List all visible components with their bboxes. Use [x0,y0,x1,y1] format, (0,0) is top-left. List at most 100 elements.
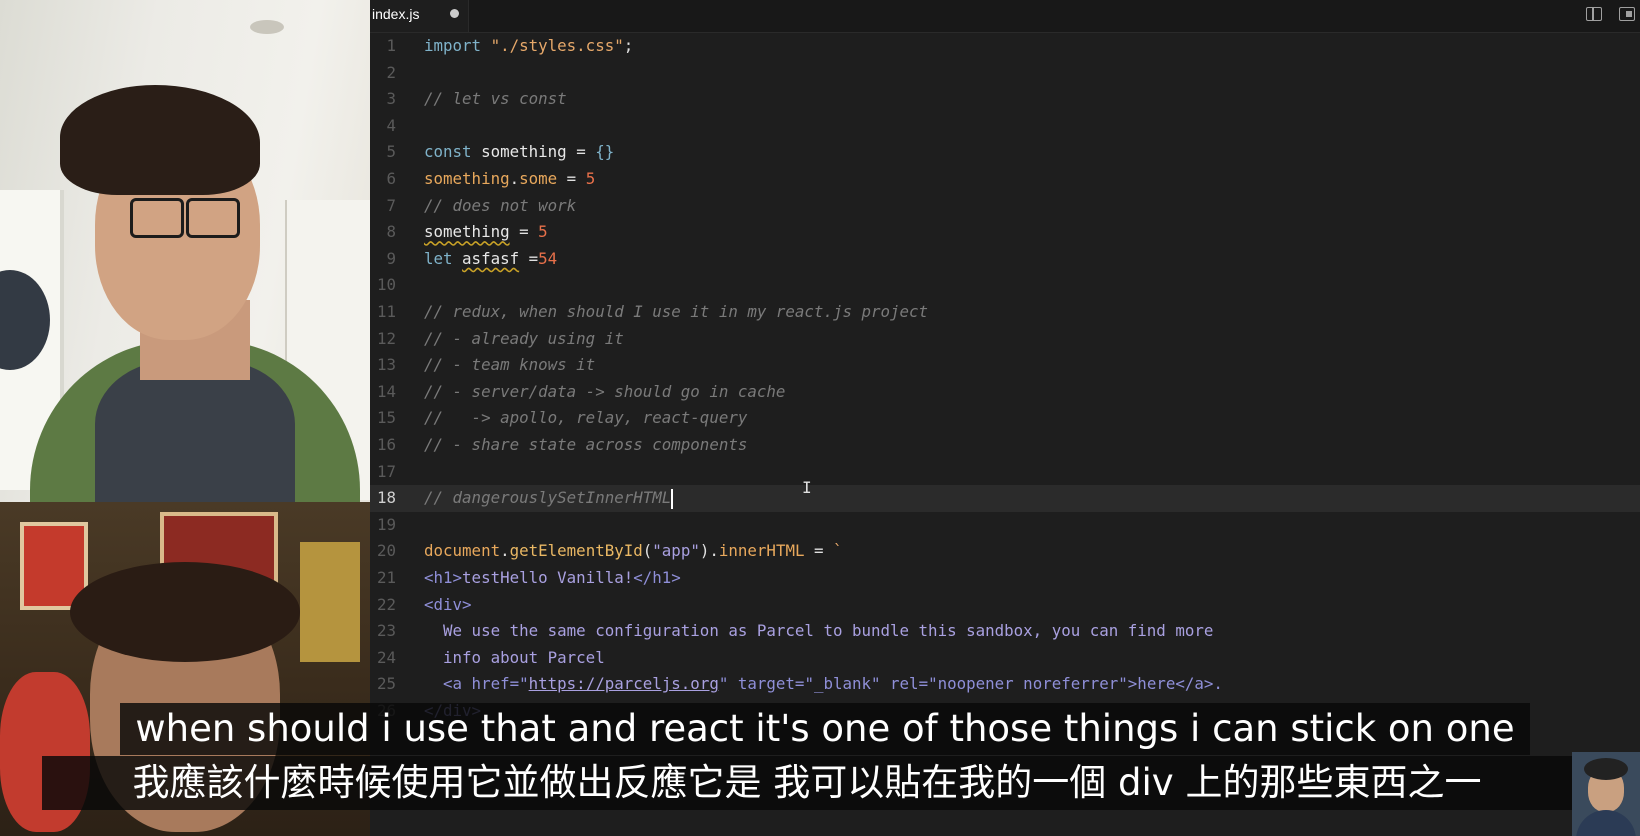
code-token: something [424,169,510,188]
code-line[interactable]: 13 // - team knows it [370,352,1640,379]
code-line[interactable]: 8 something = 5 [370,219,1640,246]
code-token: 5 [538,222,548,242]
line-number: 6 [386,169,396,188]
code-line[interactable]: 17 [370,459,1640,486]
code-line[interactable]: 14 // - server/data -> should go in cache [370,379,1640,406]
code-token: // - share state across components [424,435,748,454]
line-number: 19 [376,514,396,534]
code-token: ; [623,36,634,55]
code-line[interactable]: 7 // does not work [370,193,1640,220]
code-token: = [509,222,539,242]
code-text: // redux, when should I use it in my rea… [424,299,928,326]
code-token: " target="_blank" rel="noopener noreferr… [718,674,1223,694]
code-token: // does not work [424,195,577,215]
line-number: 2 [386,62,396,82]
line-number: 15 [376,408,396,428]
code-line[interactable]: 3 // let vs const [370,86,1640,113]
line-number: 12 [376,328,396,348]
line-number: 13 [376,355,396,375]
code-token: . [509,169,520,188]
code-text: // let vs const [424,86,567,113]
code-line[interactable]: 1 import "./styles.css"; [370,33,1640,60]
code-line[interactable]: 25 <a href="https://parceljs.org" target… [370,671,1640,698]
code-line[interactable]: 10 [370,272,1640,299]
code-token: innerHTML [718,541,805,561]
line-number: 5 [386,142,396,162]
code-line[interactable]: 16 // - share state across components [370,432,1640,459]
code-line[interactable]: 21 <h1>testHello Vanilla!</h1> [370,565,1640,592]
code-text: const something = {} [424,139,614,166]
code-token: some [519,169,558,188]
text-caret [671,488,674,509]
code-token: // - already using it [424,328,624,348]
code-token: getElementById [509,541,643,561]
webcam-top [0,0,370,502]
subtitle-chinese: 我應該什麼時候使用它並做出反應它是 我可以貼在我的一個 div 上的那些東西之一 [42,756,1572,810]
code-text: // - team knows it [424,352,595,379]
code-token: https://parceljs.org [528,674,719,694]
code-token: ). [699,541,719,561]
line-number: 18 [376,488,396,508]
code-token: info about Parcel [424,647,605,667]
code-text: something = 5 [424,219,548,246]
code-text: <div> [424,592,472,619]
code-token: // -> apollo, relay, react-query [424,408,748,428]
editor-tab-bar: index.js [370,0,1640,33]
line-number: 11 [376,302,396,321]
code-line[interactable]: 9 let asfasf =54 [370,246,1640,273]
code-line[interactable]: 5 const something = {} [370,139,1640,166]
code-token: // - server/data -> should go in cache [424,381,786,401]
code-line[interactable]: 4 [370,113,1640,140]
code-line[interactable]: 18 // dangerouslySetInnerHTML [370,485,1640,512]
code-token: // redux, when should I use it in my rea… [424,302,929,321]
code-text: let asfasf =54 [424,246,557,273]
code-token: asfasf [462,248,520,268]
code-token: // - team knows it [424,355,596,375]
tab-label: index.js [372,6,420,22]
code-text: <a href="https://parceljs.org" target="_… [424,671,1223,698]
code-line[interactable]: 23 We use the same configuration as Parc… [370,618,1640,645]
code-line[interactable]: 20 document.getElementById("app").innerHT… [370,538,1640,565]
unsaved-dot-icon[interactable] [450,9,459,18]
open-preview-icon[interactable] [1619,7,1635,21]
split-editor-icon[interactable] [1586,7,1602,21]
code-line[interactable]: 2 [370,60,1640,87]
code-token: "app" [652,541,700,561]
code-line[interactable]: 12 // - already using it [370,326,1640,353]
code-token: = [566,142,596,162]
code-token: const [424,142,482,162]
line-number: 21 [376,568,396,587]
tab-index-js[interactable]: index.js [370,0,469,32]
line-number: 17 [376,461,396,481]
code-line[interactable]: 15 // -> apollo, relay, react-query [370,405,1640,432]
code-line[interactable]: 24 info about Parcel [370,645,1640,672]
text-cursor-icon: I [802,478,812,497]
line-number: 25 [376,674,396,694]
code-token: ` [833,541,843,561]
subtitle-english: when should i use that and react it's on… [120,703,1530,755]
code-line[interactable]: 6 something.some = 5 [370,166,1640,193]
code-token: = [804,541,834,561]
line-number: 14 [376,381,396,401]
code-text: We use the same configuration as Parcel … [424,618,1213,645]
code-text: something.some = 5 [424,166,595,193]
code-line[interactable]: 22 <div> [370,592,1640,619]
code-line[interactable]: 19 [370,512,1640,539]
pip-thumbnail [1572,752,1640,836]
code-text: import "./styles.css"; [424,33,633,60]
code-text: // dangerouslySetInnerHTML [424,485,674,512]
code-line[interactable]: 11 // redux, when should I use it in my r… [370,299,1640,326]
code-token: <h1> [424,568,463,587]
code-text: document.getElementById("app").innerHTML… [424,538,843,565]
code-text: info about Parcel [424,645,605,672]
code-token: import [424,36,491,55]
line-number: 9 [386,248,396,268]
code-token: 54 [538,248,558,268]
code-text: // - share state across components [424,432,747,459]
code-token: ( [642,541,653,561]
code-token: testHello Vanilla! [462,568,634,587]
code-token: // let vs const [424,89,567,109]
code-token: We use the same configuration as Parcel … [424,621,1214,641]
code-token: // dangerouslySetInnerHTML [424,488,672,508]
code-token: <a href=" [424,674,529,694]
